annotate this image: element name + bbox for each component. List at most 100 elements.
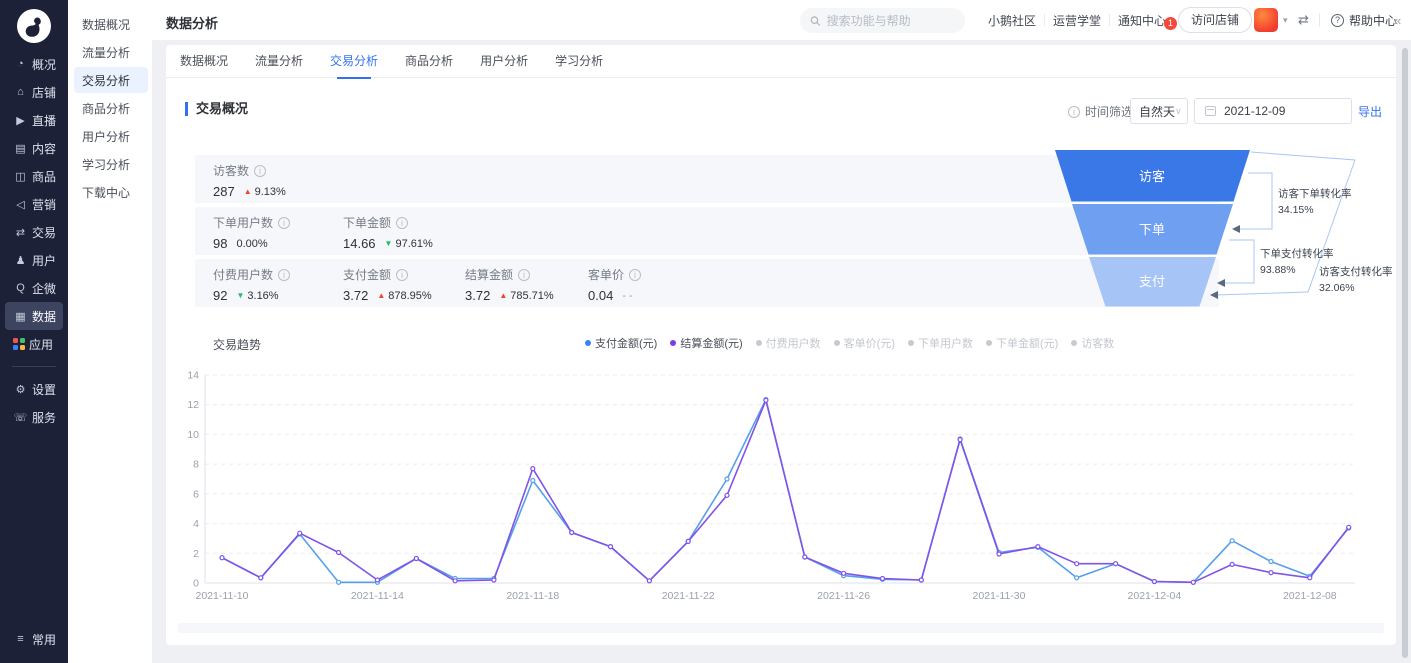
sidebar-item-店铺[interactable]: ⌂ 店铺: [5, 78, 63, 106]
tab-数据概况[interactable]: 数据概况: [180, 45, 228, 78]
data-point[interactable]: [374, 577, 380, 583]
info-icon[interactable]: [396, 216, 409, 229]
data-point[interactable]: [957, 436, 963, 443]
topbar-link-运营学堂[interactable]: 运营学堂: [1045, 12, 1109, 29]
subsidebar-item-学习分析[interactable]: 学习分析: [74, 151, 148, 177]
tab-学习分析[interactable]: 学习分析: [555, 45, 603, 78]
legend-item-付费用户数[interactable]: 付费用户数: [755, 335, 821, 351]
data-point[interactable]: [258, 575, 264, 581]
switch-account-icon[interactable]: ⇄: [1298, 12, 1309, 28]
data-point[interactable]: [1190, 579, 1196, 585]
data-point[interactable]: [840, 570, 847, 576]
data-point[interactable]: [219, 555, 225, 561]
data-point[interactable]: [724, 492, 730, 498]
svg-text:10: 10: [187, 429, 199, 441]
sidebar-item-企微[interactable]: Q 企微: [5, 274, 63, 302]
topbar-link-通知中心[interactable]: 通知中心 1: [1110, 12, 1178, 30]
data-point[interactable]: [918, 577, 924, 583]
data-point[interactable]: [607, 544, 614, 550]
export-button[interactable]: 导出: [1358, 103, 1382, 120]
sidebar-item-用户[interactable]: ♟ 用户: [5, 246, 63, 274]
legend-item-客单价(元)[interactable]: 客单价(元): [833, 335, 895, 351]
data-point[interactable]: [646, 578, 652, 584]
granularity-select[interactable]: 自然天 ∨: [1130, 98, 1188, 124]
sidebar-item-数据[interactable]: ▦ 数据: [5, 302, 63, 330]
info-icon[interactable]: [629, 268, 642, 281]
funnel-connector: [1223, 239, 1255, 284]
subsidebar-item-数据概况[interactable]: 数据概况: [74, 11, 148, 37]
info-icon[interactable]: [278, 216, 291, 229]
legend-item-结算金额(元)[interactable]: 结算金额(元): [670, 335, 743, 351]
data-point[interactable]: [1229, 538, 1235, 544]
search-box[interactable]: [800, 8, 965, 33]
sidebar-item-服务[interactable]: ☏ 服务: [5, 403, 63, 431]
legend-item-访客数[interactable]: 访客数: [1071, 335, 1114, 351]
subsidebar-item-商品分析[interactable]: 商品分析: [74, 95, 148, 121]
granularity-value: 自然天: [1139, 104, 1176, 119]
data-point[interactable]: [879, 575, 886, 582]
legend-item-下单用户数[interactable]: 下单用户数: [907, 335, 973, 351]
subsidebar-item-用户分析[interactable]: 用户分析: [74, 123, 148, 149]
date-picker[interactable]: 2021-12-09: [1194, 98, 1352, 124]
user-icon: ♟: [15, 254, 26, 267]
data-point[interactable]: [1112, 561, 1119, 567]
info-icon[interactable]: [254, 164, 267, 177]
sidebar-item-交易[interactable]: ⇄ 交易: [5, 218, 63, 246]
data-point[interactable]: [1074, 575, 1080, 581]
legend-item-支付金额(元)[interactable]: 支付金额(元): [585, 335, 657, 351]
sidebar-item-设置[interactable]: ⚙ 设置: [5, 375, 63, 403]
data-point[interactable]: [1268, 558, 1274, 565]
data-point[interactable]: [1151, 578, 1158, 585]
data-point[interactable]: [802, 554, 808, 560]
subsidebar-item-下载中心[interactable]: 下载中心: [74, 179, 148, 205]
sidebar-item-直播[interactable]: ▶ 直播: [5, 106, 63, 134]
sidebar-item-frequent[interactable]: ≡ 常用: [5, 625, 63, 653]
subsidebar-item-交易分析[interactable]: 交易分析: [74, 67, 148, 93]
sidebar-item-商品[interactable]: ◫ 商品: [5, 162, 63, 190]
subsidebar-item-流量分析[interactable]: 流量分析: [74, 39, 148, 65]
data-point[interactable]: [763, 397, 769, 403]
sidebar-item-内容[interactable]: ▤ 内容: [5, 134, 63, 162]
sidebar-item-应用[interactable]: 应用: [5, 330, 63, 358]
data-point[interactable]: [491, 577, 497, 583]
brand-logo[interactable]: [16, 8, 52, 44]
tab-商品分析[interactable]: 商品分析: [405, 45, 453, 78]
metric-value: 287: [213, 184, 235, 199]
data-point[interactable]: [1307, 575, 1313, 581]
data-point[interactable]: [297, 530, 303, 536]
legend-item-下单金额(元)[interactable]: 下单金额(元): [985, 335, 1058, 351]
tab-用户分析[interactable]: 用户分析: [480, 45, 528, 78]
data-point[interactable]: [413, 555, 419, 562]
search-input[interactable]: [826, 13, 955, 28]
collapse-icon[interactable]: «: [1394, 13, 1401, 28]
data-point[interactable]: [569, 529, 575, 536]
sidebar-item-营销[interactable]: ◁ 营销: [5, 190, 63, 218]
vertical-scrollbar[interactable]: [1402, 48, 1408, 658]
sidebar-item-概况[interactable]: ◔ 概况: [5, 50, 63, 78]
avatar-caret-icon[interactable]: ▾: [1283, 15, 1288, 26]
data-point[interactable]: [685, 538, 691, 544]
info-icon[interactable]: [396, 268, 409, 281]
data-point[interactable]: [724, 476, 730, 482]
marketing-icon: ◁: [16, 198, 25, 211]
visit-shop-button[interactable]: 访问店铺: [1178, 7, 1253, 33]
data-point[interactable]: [1035, 544, 1041, 550]
tab-交易分析[interactable]: 交易分析: [330, 45, 378, 78]
info-icon[interactable]: [278, 268, 291, 281]
data-point[interactable]: [1074, 561, 1080, 567]
data-point[interactable]: [1346, 524, 1352, 530]
topbar-link-小鹅社区[interactable]: 小鹅社区: [980, 12, 1044, 29]
data-point[interactable]: [996, 551, 1002, 557]
data-point[interactable]: [452, 578, 458, 584]
tab-流量分析[interactable]: 流量分析: [255, 45, 303, 78]
data-point[interactable]: [530, 465, 536, 472]
avatar[interactable]: [1254, 8, 1278, 32]
info-icon[interactable]: [518, 268, 531, 281]
help-center-link[interactable]: 帮助中心: [1331, 0, 1397, 40]
data-point[interactable]: [336, 579, 342, 585]
data-point[interactable]: [1229, 561, 1235, 567]
data-point[interactable]: [336, 549, 342, 556]
metric-change: 0.00%: [236, 237, 268, 250]
data-point[interactable]: [1268, 570, 1274, 576]
data-point[interactable]: [530, 477, 536, 484]
